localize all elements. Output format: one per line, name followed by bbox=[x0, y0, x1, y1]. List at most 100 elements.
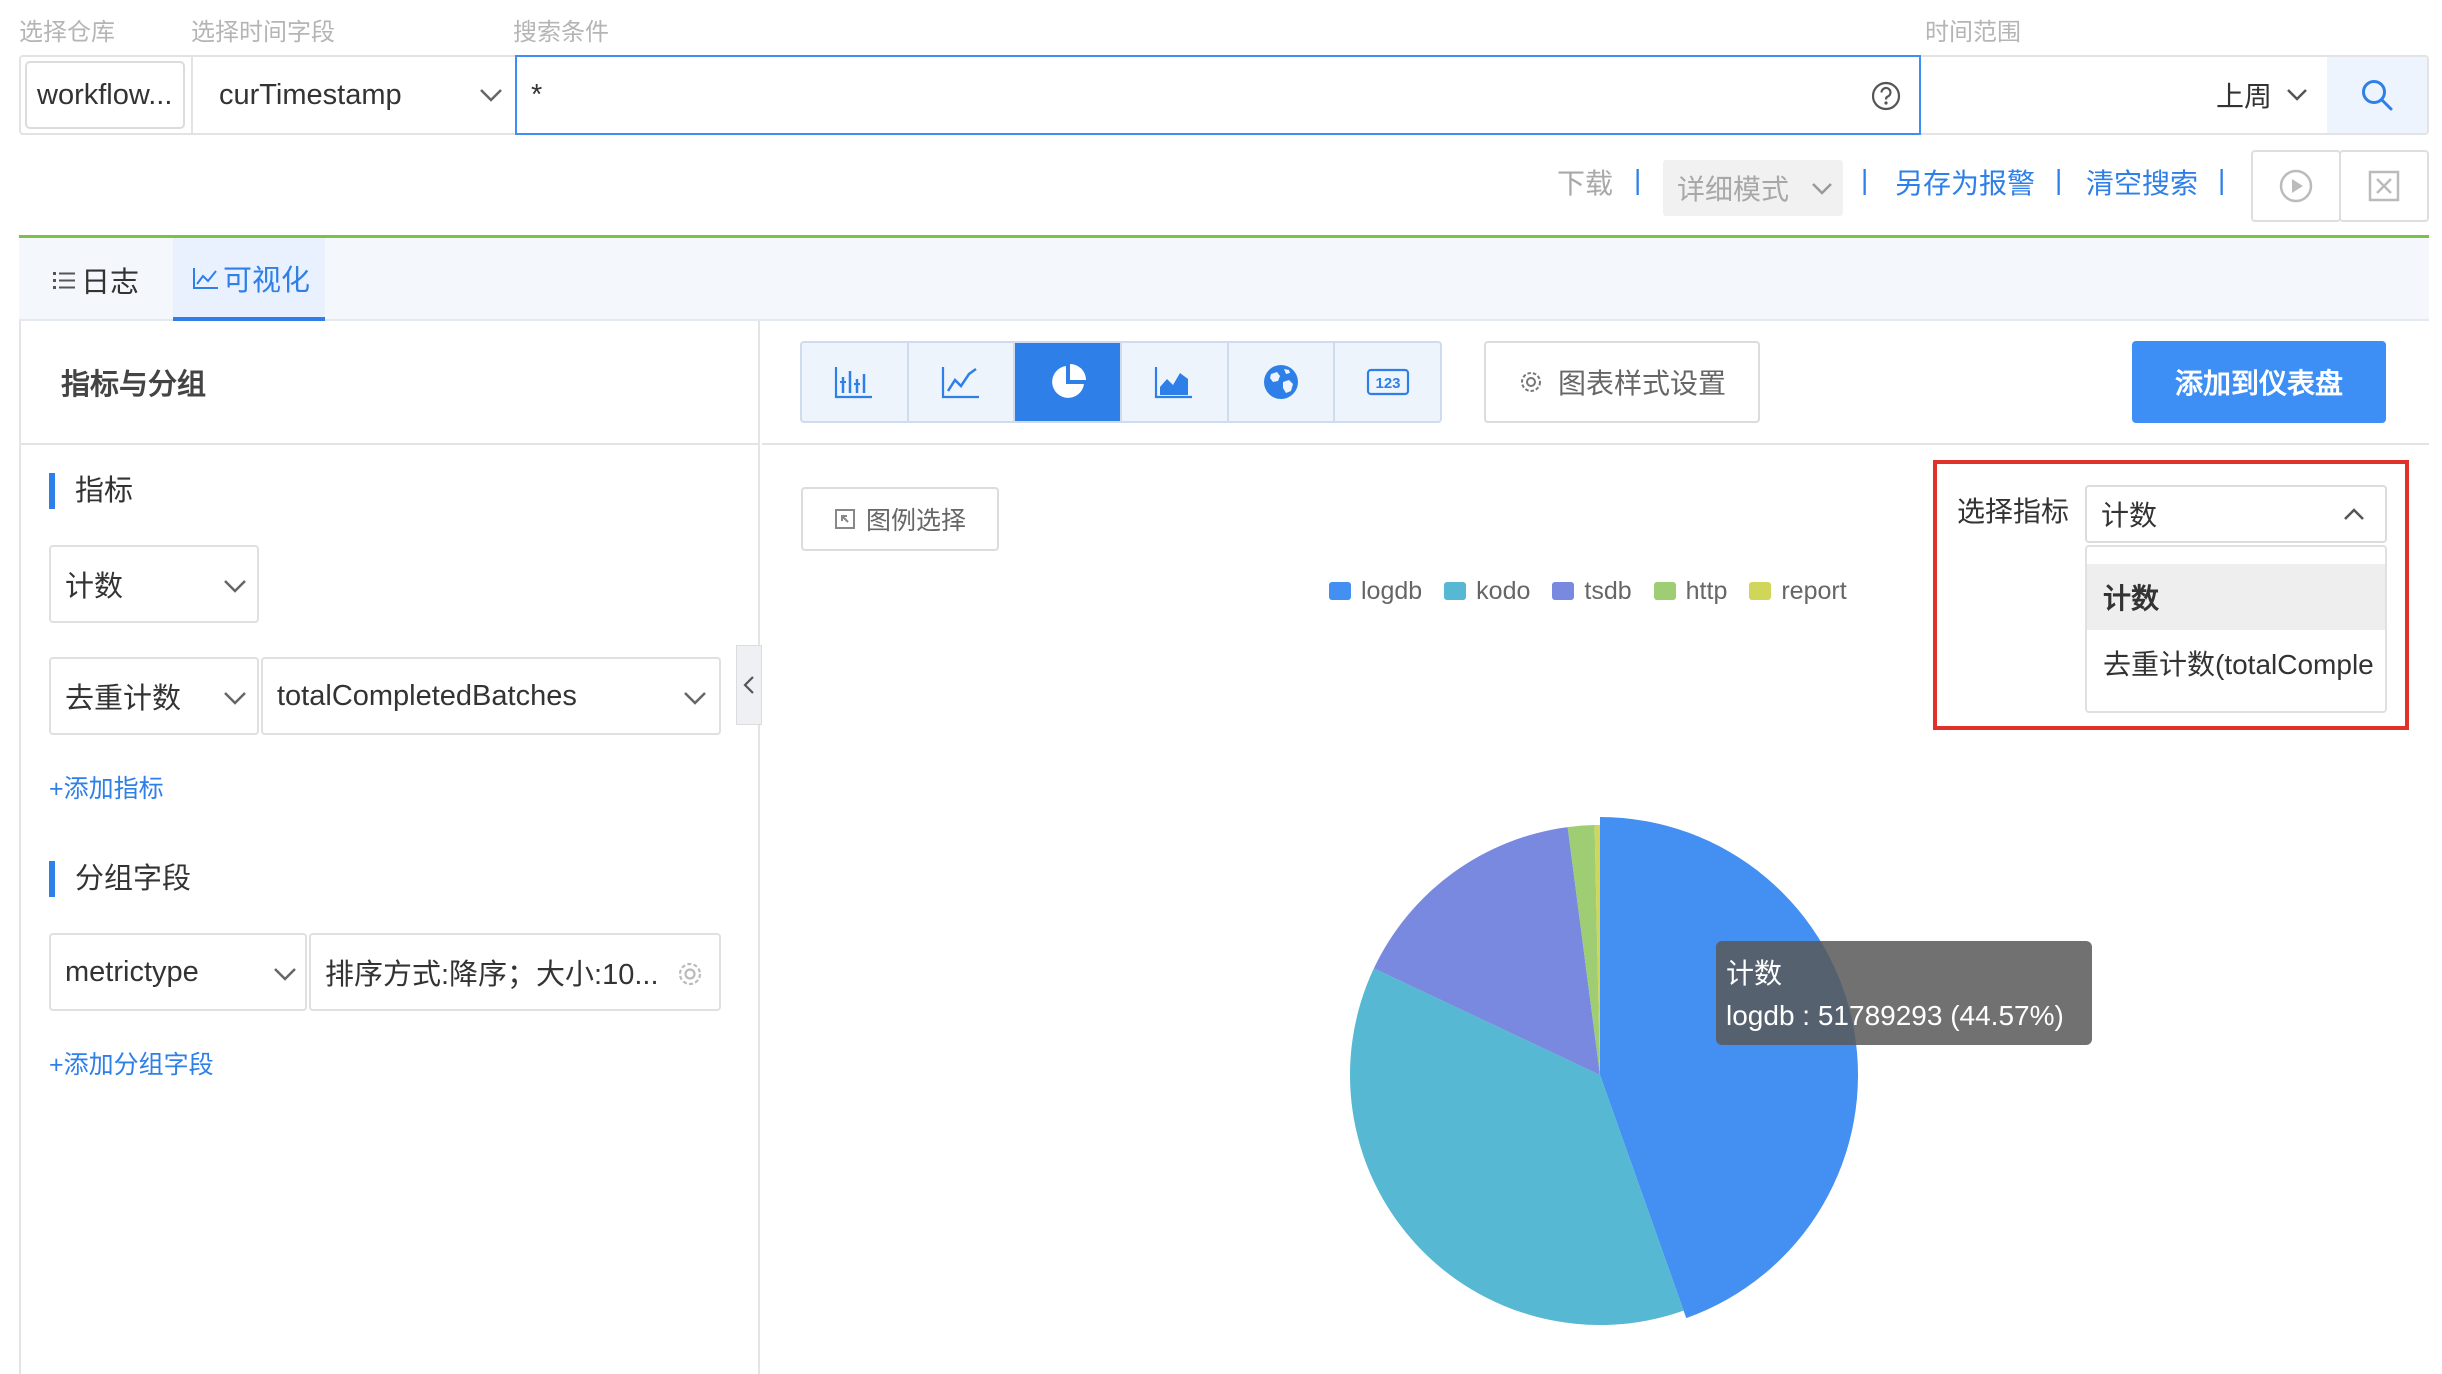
chart-type-line[interactable] bbox=[909, 343, 1016, 421]
metric-selector[interactable]: 计数 bbox=[2085, 485, 2387, 543]
chart-toolbar: 123 图表样式设置 添加到仪表盘 bbox=[762, 321, 2429, 445]
group-section-title: 分组字段 bbox=[49, 861, 191, 897]
globe-icon bbox=[1264, 365, 1299, 399]
play-icon bbox=[2279, 169, 2313, 203]
legend-label: logdb bbox=[1361, 576, 1423, 605]
time-field-label: 选择时间字段 bbox=[191, 19, 335, 46]
search-label: 搜索条件 bbox=[513, 19, 609, 46]
group-field-select[interactable]: metrictype bbox=[49, 933, 307, 1011]
metric2-field-select[interactable]: totalCompletedBatches bbox=[261, 657, 721, 735]
number-icon: 123 bbox=[1366, 368, 1409, 396]
chart-type-area[interactable] bbox=[1122, 343, 1229, 421]
group-sort-value: 排序方式:降序；大小:10... bbox=[325, 959, 659, 991]
chart-type-map[interactable] bbox=[1229, 343, 1336, 421]
chart-style-settings-button[interactable]: 图表样式设置 bbox=[1484, 341, 1760, 423]
chart-type-number[interactable]: 123 bbox=[1335, 343, 1440, 421]
download-link[interactable]: 下载 bbox=[1557, 162, 1613, 202]
collapse-panel-button[interactable] bbox=[736, 645, 762, 725]
search-input[interactable]: * bbox=[515, 55, 1921, 135]
time-field-select[interactable]: curTimestamp bbox=[193, 57, 513, 133]
close-box-icon bbox=[2368, 170, 2400, 202]
pie-chart-icon bbox=[1051, 364, 1086, 398]
chevron-left-icon bbox=[743, 676, 754, 694]
action-separator: | bbox=[1634, 164, 1642, 195]
metric2-agg-value: 去重计数 bbox=[65, 683, 182, 715]
mode-select[interactable]: 详细模式 bbox=[1663, 160, 1843, 216]
search-button[interactable] bbox=[2327, 57, 2427, 133]
mode-value: 详细模式 bbox=[1677, 174, 1790, 205]
time-field-value: curTimestamp bbox=[219, 78, 402, 111]
gear-icon[interactable] bbox=[675, 959, 705, 989]
chart-style-settings-label: 图表样式设置 bbox=[1557, 368, 1726, 399]
legend-swatch bbox=[1444, 582, 1467, 600]
help-icon[interactable] bbox=[1871, 81, 1901, 111]
metrics-section-title: 指标 bbox=[49, 473, 133, 509]
add-metric-link[interactable]: +添加指标 bbox=[49, 769, 164, 805]
legend-item[interactable]: kodo bbox=[1444, 577, 1530, 606]
legend-label: kodo bbox=[1476, 576, 1531, 605]
gear-icon bbox=[1520, 372, 1541, 392]
panel-title: 指标与分组 bbox=[21, 321, 760, 445]
repo-select[interactable]: workflow... bbox=[25, 61, 185, 129]
chart-legend: logdb kodo tsdb http report bbox=[1329, 576, 1847, 606]
tab-visualize[interactable]: 可视化 bbox=[173, 238, 325, 321]
action-separator: | bbox=[2055, 164, 2063, 195]
add-to-dashboard-button[interactable]: 添加到仪表盘 bbox=[2132, 341, 2386, 423]
clear-search-link[interactable]: 清空搜索 bbox=[2086, 162, 2198, 202]
chevron-up-icon bbox=[2344, 508, 2364, 520]
action-separator: | bbox=[1861, 164, 1869, 195]
metrics-panel: 指标与分组 指标 计数 去重计数 totalCompletedBatches +… bbox=[19, 321, 760, 1374]
save-alert-link[interactable]: 另存为报警 bbox=[1895, 162, 2035, 202]
legend-swatch bbox=[1552, 582, 1575, 600]
legend-label: report bbox=[1781, 576, 1847, 605]
group-sort-select[interactable]: 排序方式:降序；大小:10... bbox=[309, 933, 721, 1011]
chart-type-group: 123 bbox=[800, 341, 1442, 423]
time-range-label: 时间范围 bbox=[1925, 19, 2021, 46]
legend-select-label: 图例选择 bbox=[865, 507, 966, 535]
legend-select-button[interactable]: 图例选择 bbox=[801, 487, 999, 551]
chart-type-bar[interactable] bbox=[802, 343, 909, 421]
legend-label: http bbox=[1685, 576, 1728, 605]
legend-item[interactable]: logdb bbox=[1329, 577, 1422, 606]
chevron-down-icon bbox=[480, 89, 502, 102]
legend-item[interactable]: report bbox=[1749, 576, 1847, 606]
pie-chart bbox=[1350, 817, 1858, 1325]
legend-swatch bbox=[1749, 582, 1772, 600]
metric-selector-label: 选择指标 bbox=[1957, 496, 2070, 527]
play-button[interactable] bbox=[2251, 150, 2341, 222]
area-chart-icon bbox=[1155, 367, 1193, 399]
chevron-down-icon bbox=[274, 968, 296, 981]
group-field-value: metrictype bbox=[65, 955, 199, 988]
metric1-select[interactable]: 计数 bbox=[49, 545, 259, 623]
time-range-select[interactable]: 上周 bbox=[2216, 57, 2308, 133]
metric2-agg-select[interactable]: 去重计数 bbox=[49, 657, 259, 735]
line-chart-icon bbox=[193, 267, 218, 289]
legend-swatch bbox=[1653, 582, 1676, 600]
tooltip-title: 计数 bbox=[1726, 958, 1783, 989]
line-chart-icon bbox=[941, 367, 979, 399]
chart-type-pie[interactable] bbox=[1015, 343, 1123, 421]
tab-logs-label: 日志 bbox=[81, 266, 140, 299]
chevron-down-icon bbox=[684, 692, 706, 705]
chevron-down-icon bbox=[2287, 89, 2307, 101]
metric-option[interactable]: 去重计数(totalComple bbox=[2087, 630, 2385, 696]
action-separator: | bbox=[2218, 164, 2226, 195]
bar-chart-icon bbox=[835, 367, 873, 399]
time-range-value: 上周 bbox=[2216, 81, 2273, 112]
query-bar: workflow... curTimestamp * 上周 bbox=[19, 55, 2429, 135]
list-icon bbox=[53, 271, 75, 289]
chevron-down-icon bbox=[224, 580, 246, 593]
stop-button[interactable] bbox=[2339, 150, 2429, 222]
tab-logs[interactable]: 日志 bbox=[53, 238, 173, 321]
legend-label: tsdb bbox=[1584, 576, 1632, 605]
chevron-down-icon bbox=[224, 692, 246, 705]
add-group-link[interactable]: +添加分组字段 bbox=[49, 1045, 214, 1081]
legend-item[interactable]: http bbox=[1653, 576, 1728, 606]
tab-bar: 日志 可视化 bbox=[19, 235, 2429, 321]
tooltip-line: logdb : 51789293 (44.57%) bbox=[1726, 1000, 2064, 1031]
legend-item[interactable]: tsdb bbox=[1552, 576, 1632, 606]
metric2-field-value: totalCompletedBatches bbox=[277, 679, 577, 712]
chevron-down-icon bbox=[1812, 183, 1832, 195]
legend-swatch bbox=[1329, 582, 1351, 600]
metric-option[interactable]: 计数 bbox=[2087, 564, 2385, 630]
